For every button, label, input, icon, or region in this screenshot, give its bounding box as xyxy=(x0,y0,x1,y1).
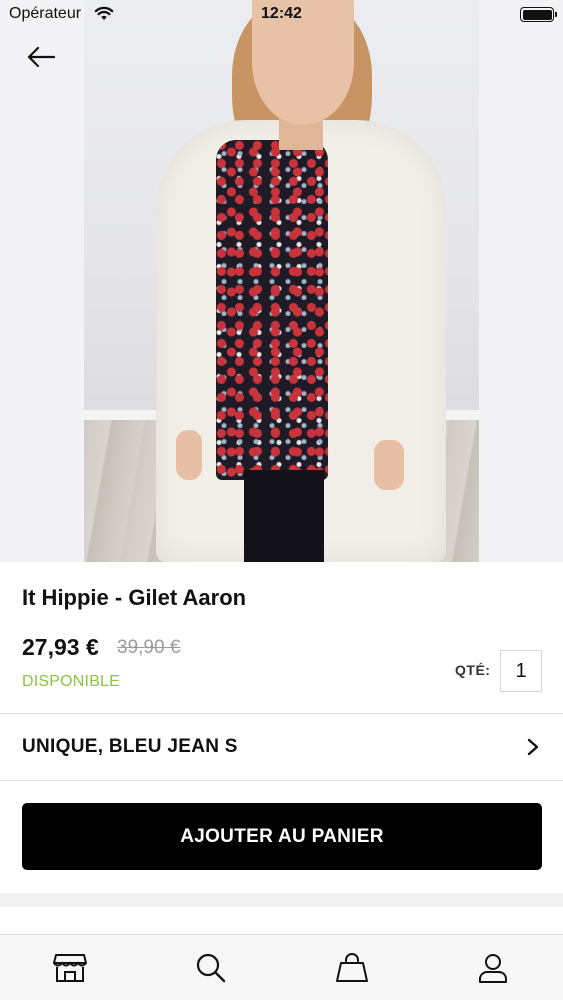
battery-icon xyxy=(520,7,557,22)
section-separator xyxy=(0,893,563,907)
status-time: 12:42 xyxy=(261,5,302,22)
tab-account[interactable] xyxy=(422,935,563,1000)
shopping-bag-icon xyxy=(335,952,368,982)
divider xyxy=(0,780,563,781)
add-to-cart-button[interactable]: AJOUTER AU PANIER xyxy=(22,803,542,870)
tab-search[interactable] xyxy=(141,935,282,1000)
tab-bar xyxy=(0,934,563,1000)
back-button[interactable] xyxy=(24,40,58,74)
arrow-left-icon xyxy=(27,46,56,68)
quantity-field[interactable]: 1 xyxy=(500,650,542,692)
product-photo xyxy=(84,0,479,562)
tab-cart[interactable] xyxy=(282,935,423,1000)
status-bar: Opérateur 12:42 xyxy=(0,0,563,30)
product-old-price: 39,90 € xyxy=(117,637,181,658)
search-icon xyxy=(197,953,226,982)
product-title: It Hippie - Gilet Aaron xyxy=(22,585,247,610)
product-image-gallery[interactable] xyxy=(0,0,563,562)
user-icon xyxy=(478,953,507,983)
variant-selector[interactable]: UNIQUE, BLEU JEAN S xyxy=(0,714,563,780)
next-section xyxy=(0,907,563,935)
chevron-right-icon xyxy=(527,738,539,756)
tab-shop[interactable] xyxy=(0,935,141,1000)
availability-status: DISPONIBLE xyxy=(22,673,121,690)
quantity-label: QTÉ: xyxy=(455,662,491,678)
store-icon xyxy=(53,953,88,982)
variant-label: UNIQUE, BLEU JEAN S xyxy=(22,736,238,757)
product-price: 27,93 € xyxy=(22,634,99,660)
